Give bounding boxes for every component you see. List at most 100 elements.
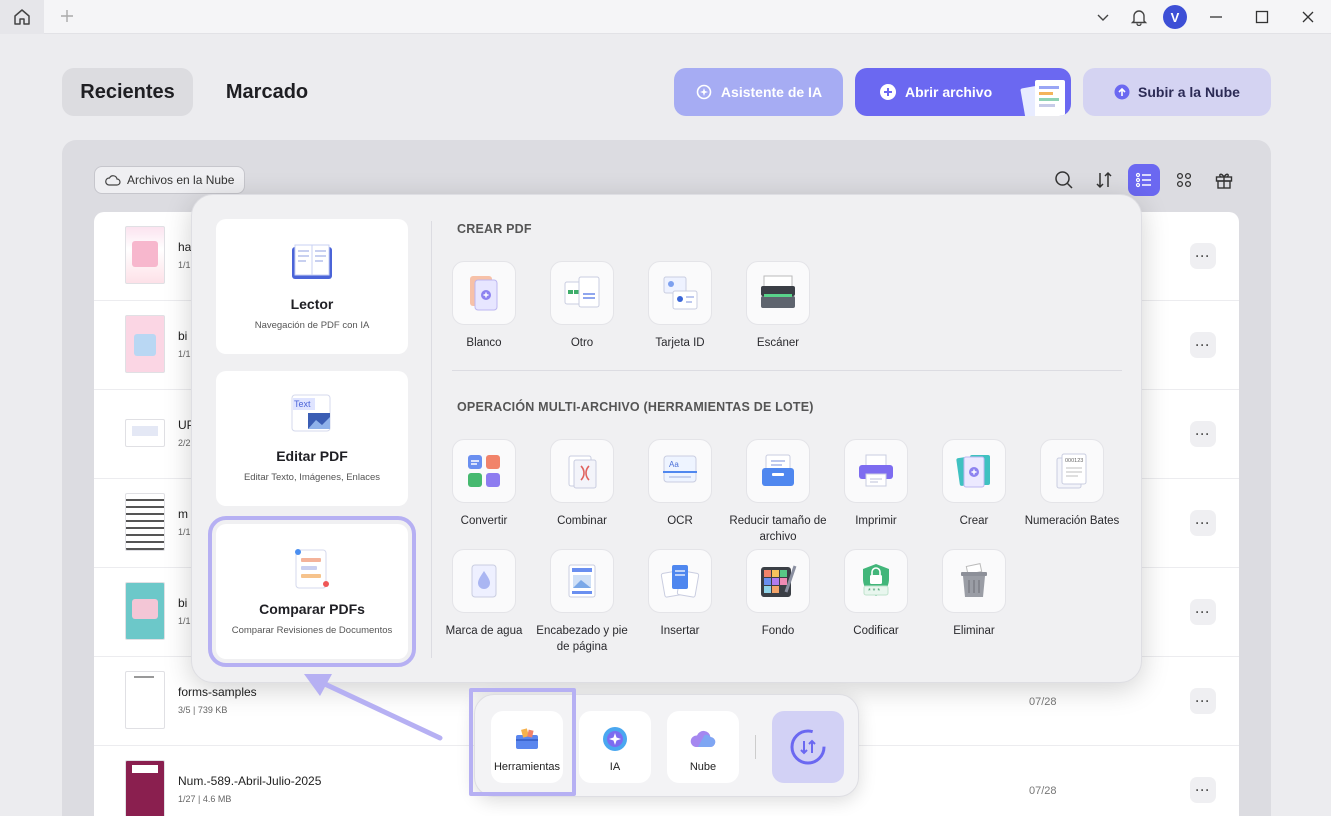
watermark-icon: [471, 564, 497, 598]
tools-highlight-box: [469, 688, 576, 796]
ai-assistant-button[interactable]: Asistente de IA: [674, 68, 843, 116]
more-options-button[interactable]: ···: [1190, 688, 1216, 714]
minimize-button[interactable]: [1193, 0, 1239, 34]
maximize-button[interactable]: [1239, 0, 1285, 34]
scanner-icon: [761, 275, 795, 308]
tool-label: Reducir tamaño de archivo: [729, 515, 827, 543]
title-bar: V: [0, 0, 1331, 34]
more-options-button[interactable]: ···: [1190, 243, 1216, 269]
more-options-button[interactable]: ···: [1190, 510, 1216, 536]
tool-label: Encabezado y pie de página: [536, 625, 628, 653]
tool-label: Marca de agua: [445, 625, 523, 637]
tool-label: Codificar: [853, 625, 899, 637]
file-meta: 3/5 | 739 KB: [178, 705, 228, 715]
svg-text:Aa: Aa: [669, 460, 679, 469]
print-icon: [859, 454, 893, 487]
search-icon: [1055, 171, 1073, 189]
blank-page-icon: [470, 276, 498, 311]
combine-icon: [568, 455, 597, 489]
close-button[interactable]: [1285, 0, 1331, 34]
tool-blank[interactable]: Blanco: [435, 261, 533, 351]
notifications-button[interactable]: [1121, 0, 1157, 34]
close-icon: [1302, 11, 1314, 23]
edit-pdf-card[interactable]: Text Editar PDF Editar Texto, Imágenes, …: [216, 371, 408, 506]
dock-switch-button[interactable]: [772, 711, 844, 783]
cloud-files-chip[interactable]: Archivos en la Nube: [94, 166, 246, 194]
file-meta: 2/2: [178, 438, 191, 448]
list-view-button[interactable]: [1128, 164, 1160, 196]
sort-icon: [1096, 171, 1112, 189]
tool-watermark[interactable]: Marca de agua: [435, 549, 533, 639]
dock-cloud-button[interactable]: Nube: [667, 711, 739, 783]
tool-label: Eliminar: [953, 625, 995, 637]
tool-scanner[interactable]: Escáner: [729, 261, 827, 351]
file-meta: 1/1: [178, 527, 191, 537]
reader-subtitle: Navegación de PDF con IA: [254, 320, 370, 331]
tool-convert[interactable]: Convertir: [435, 439, 533, 529]
file-name: Num.-589.-Abril-Julio-2025: [178, 774, 322, 788]
minimize-icon: [1210, 16, 1222, 18]
maximize-icon: [1255, 10, 1269, 24]
dock-ai-button[interactable]: IA: [579, 711, 651, 783]
compare-pdfs-title: Comparar PDFs: [259, 601, 365, 617]
more-options-button[interactable]: ···: [1190, 777, 1216, 803]
file-name: ha: [178, 240, 192, 254]
tool-combine[interactable]: Combinar: [533, 439, 631, 529]
tool-ocr[interactable]: Aa OCR: [631, 439, 729, 529]
gift-icon: [1215, 173, 1233, 189]
tool-label: Convertir: [460, 515, 508, 527]
cloud-icon: [105, 175, 121, 186]
tool-label: Escáner: [756, 337, 800, 349]
gift-button[interactable]: [1208, 164, 1240, 196]
file-meta: 1/1: [178, 349, 191, 359]
home-icon: [14, 9, 30, 25]
tab-marcado[interactable]: Marcado: [208, 68, 326, 116]
file-date: 07/28: [1029, 696, 1057, 708]
tool-create[interactable]: Crear: [925, 439, 1023, 529]
tool-compress[interactable]: Reducir tamaño de archivo: [729, 439, 827, 545]
other-file-icon: [564, 276, 600, 308]
file-thumbnail: [125, 671, 165, 729]
grid-view-button[interactable]: [1168, 164, 1200, 196]
tool-encrypt[interactable]: * * * Codificar: [827, 549, 925, 639]
upload-cloud-label: Subir a la Nube: [1138, 84, 1240, 100]
open-file-label: Abrir archivo: [905, 84, 993, 100]
tools-popup: Lector Navegación de PDF con IA Text Edi…: [191, 194, 1142, 683]
search-button[interactable]: [1048, 164, 1080, 196]
tool-bates[interactable]: 000123 Numeración Bates: [1023, 439, 1121, 529]
avatar-button[interactable]: V: [1157, 0, 1193, 34]
list-view-icon: [1135, 172, 1151, 188]
tool-other[interactable]: Otro: [533, 261, 631, 351]
reader-card[interactable]: Lector Navegación de PDF con IA: [216, 219, 408, 354]
convert-icon: [468, 455, 500, 487]
file-thumbnail: [125, 315, 165, 373]
switch-arrows-icon: [790, 729, 826, 765]
open-file-button[interactable]: Abrir archivo: [855, 68, 1071, 116]
edit-pdf-title: Editar PDF: [276, 448, 348, 464]
tool-insert[interactable]: Insertar: [631, 549, 729, 639]
tool-header-footer[interactable]: Encabezado y pie de página: [533, 549, 631, 655]
tool-print[interactable]: Imprimir: [827, 439, 925, 529]
upload-cloud-button[interactable]: Subir a la Nube: [1083, 68, 1271, 116]
tool-background[interactable]: Fondo: [729, 549, 827, 639]
compare-pdfs-card[interactable]: Comparar PDFs Comparar Revisiones de Doc…: [208, 516, 416, 667]
header-footer-icon: [568, 564, 596, 598]
dropdown-button[interactable]: [1085, 0, 1121, 34]
tab-recientes[interactable]: Recientes: [62, 68, 193, 116]
tool-label: Combinar: [557, 515, 607, 527]
more-options-button[interactable]: ···: [1190, 599, 1216, 625]
compare-pdfs-subtitle: Comparar Revisiones de Documentos: [231, 625, 393, 636]
more-options-button[interactable]: ···: [1190, 332, 1216, 358]
documents-illustration-icon: [1020, 80, 1065, 116]
new-tab-button[interactable]: [55, 4, 79, 28]
compress-icon: [762, 454, 794, 486]
file-thumbnail: [125, 582, 165, 640]
home-button[interactable]: [0, 0, 44, 34]
tool-delete[interactable]: Eliminar: [925, 549, 1023, 639]
more-options-button[interactable]: ···: [1190, 421, 1216, 447]
sort-button[interactable]: [1088, 164, 1120, 196]
file-thumbnail: [125, 760, 165, 816]
tool-id-card[interactable]: Tarjeta ID: [631, 261, 729, 351]
create-pdf-heading: CREAR PDF: [457, 222, 532, 236]
grid-view-icon: [1176, 172, 1192, 188]
